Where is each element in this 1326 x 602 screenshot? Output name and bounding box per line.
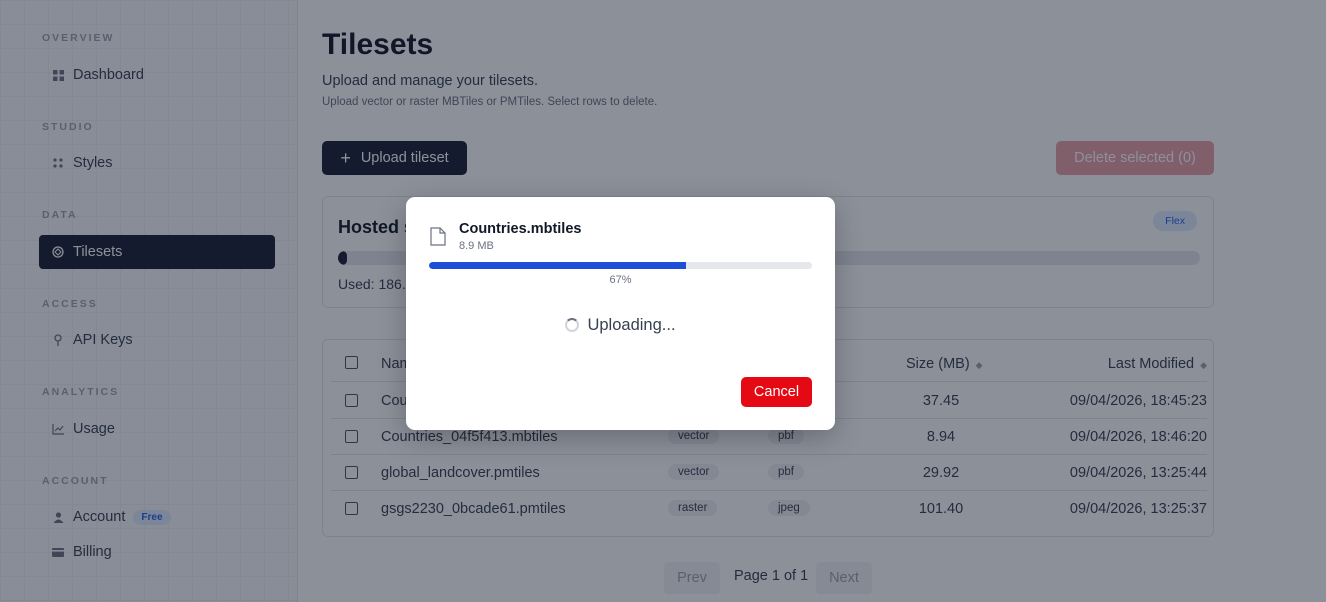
cancel-upload-button[interactable]: Cancel	[741, 377, 812, 407]
spinner-icon	[565, 318, 580, 332]
upload-status: Uploading...	[406, 316, 835, 335]
upload-progress-modal: Countries.mbtiles 8.9 MB 67% Uploading..…	[406, 197, 835, 430]
upload-progress-percent: 67%	[609, 274, 632, 286]
upload-progress-bar	[429, 262, 812, 269]
file-icon	[430, 227, 446, 246]
upload-file-name: Countries.mbtiles	[459, 221, 582, 237]
upload-file-size: 8.9 MB	[459, 240, 494, 252]
upload-status-text: Uploading...	[587, 316, 676, 334]
upload-progress-fill	[429, 262, 686, 269]
